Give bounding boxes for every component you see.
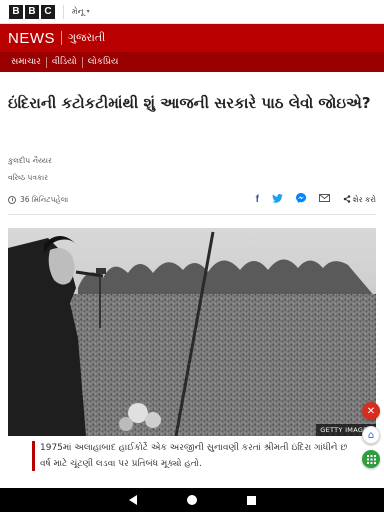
system-nav-bar <box>0 488 384 512</box>
share-icon <box>343 194 351 206</box>
home-icon[interactable]: ⌂ <box>362 426 380 444</box>
article-headline: ઇંદિરાની કટોકટીમાંથી શું આજની સરકારે પાઠ… <box>8 94 371 112</box>
back-icon[interactable] <box>128 495 137 505</box>
nav-item-popular[interactable]: લોકપ્રિય <box>83 57 124 68</box>
home-button-icon[interactable] <box>186 495 197 505</box>
language-label[interactable]: ગુજરાતી <box>68 31 105 45</box>
photo-illustration <box>8 228 376 436</box>
clock-icon <box>8 196 16 204</box>
facebook-icon[interactable]: f <box>256 194 259 206</box>
bbc-logo[interactable]: B B C <box>9 4 55 19</box>
nav-item-news[interactable]: સમાચાર <box>6 56 47 68</box>
share-tools: f શેર કરો <box>256 193 376 207</box>
chevron-down-icon: ▾ <box>86 8 90 15</box>
author-role: વરિષ્ઠ પત્રકાર <box>8 173 49 182</box>
article-photo[interactable]: GETTY IMAGES <box>8 228 376 436</box>
twitter-icon[interactable] <box>272 193 283 207</box>
menu-label: મેનૂ <box>72 6 84 16</box>
bbc-logo-letter-1: B <box>9 4 23 19</box>
email-icon[interactable] <box>318 194 330 206</box>
close-icon[interactable]: ✕ <box>362 402 380 420</box>
share-label: શેર કરો <box>352 195 376 204</box>
article-meta: 36 મિનિટપહેલા f શેર કરો <box>8 193 376 207</box>
apps-grid-icon[interactable] <box>362 450 380 468</box>
bbc-logo-letter-3: C <box>41 4 55 19</box>
section-nav: સમાચાર વીડિયો લોકપ્રિય <box>0 52 384 72</box>
meta-divider <box>8 214 376 215</box>
header-divider <box>61 31 62 45</box>
bbc-logo-letter-2: B <box>25 4 39 19</box>
article-timestamp: 36 મિનિટપહેલા <box>20 195 69 204</box>
menu-button[interactable]: મેનૂ ▾ <box>63 4 90 19</box>
messenger-icon[interactable] <box>295 193 306 207</box>
image-caption: 1975માં અલાહાબાદ હાઈકોર્ટે એક અરજીની સુન… <box>40 443 348 469</box>
recent-apps-icon[interactable] <box>246 495 256 505</box>
author-name: કુલદીપ નૈય્યર <box>8 156 52 165</box>
share-button[interactable]: શેર કરો <box>343 194 376 206</box>
news-header: NEWS ગુજરાતી <box>0 24 384 52</box>
nav-item-video[interactable]: વીડિયો <box>47 56 83 68</box>
top-bar: B B C મેનૂ ▾ <box>0 0 384 24</box>
news-logo[interactable]: NEWS <box>8 30 55 47</box>
caption-accent <box>32 441 35 471</box>
